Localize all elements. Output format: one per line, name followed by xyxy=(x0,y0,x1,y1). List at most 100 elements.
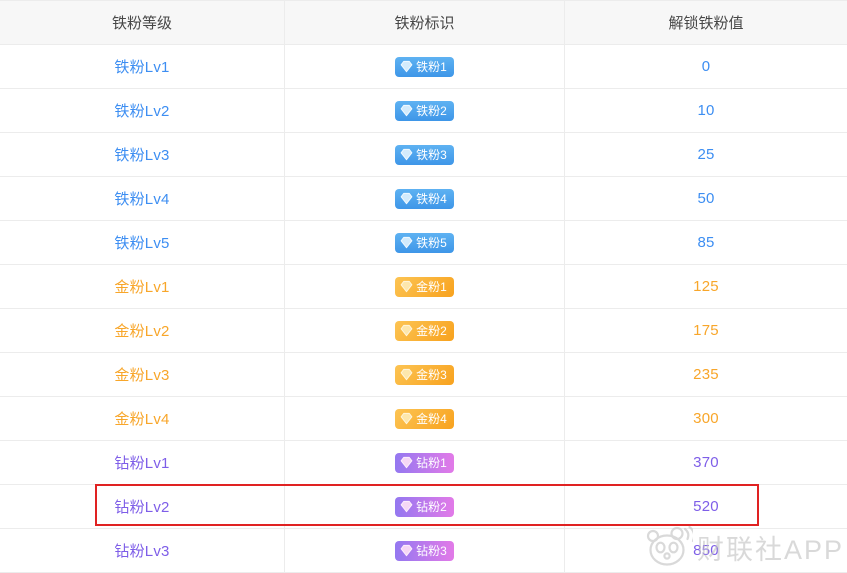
level-label: 金粉Lv4 xyxy=(114,408,169,429)
blue-gem-icon xyxy=(400,104,413,117)
fan-badge: 铁粉2 xyxy=(395,101,454,121)
value-cell: 175 xyxy=(564,309,847,352)
badge-cell: 钻粉3 xyxy=(284,529,564,572)
level-cell: 金粉Lv3 xyxy=(0,353,284,396)
level-cell: 钻粉Lv2 xyxy=(0,485,284,528)
badge-label: 金粉2 xyxy=(416,321,447,341)
badge-cell: 金粉3 xyxy=(284,353,564,396)
level-cell: 铁粉Lv5 xyxy=(0,221,284,264)
value-label: 0 xyxy=(702,58,711,75)
level-label: 金粉Lv2 xyxy=(114,320,169,341)
value-cell: 850 xyxy=(564,529,847,572)
table-row: 钻粉Lv1 钻粉1 370 xyxy=(0,441,847,485)
table-row: 金粉Lv4 金粉4 300 xyxy=(0,397,847,441)
badge-label: 铁粉1 xyxy=(416,57,447,77)
badge-label: 钻粉3 xyxy=(416,541,447,561)
fan-badge: 铁粉1 xyxy=(395,57,454,77)
badge-cell: 金粉1 xyxy=(284,265,564,308)
fan-badge: 金粉3 xyxy=(395,365,454,385)
badge-cell: 钻粉2 xyxy=(284,485,564,528)
badge-label: 铁粉2 xyxy=(416,101,447,121)
badge-label: 铁粉5 xyxy=(416,233,447,253)
value-cell: 25 xyxy=(564,133,847,176)
table-body: 铁粉Lv1 铁粉1 0 铁粉Lv2 铁粉2 10 xyxy=(0,45,847,573)
fan-level-table: 铁粉等级 铁粉标识 解锁铁粉值 铁粉Lv1 铁粉1 0 铁粉Lv2 xyxy=(0,0,847,572)
value-label: 50 xyxy=(697,190,714,207)
column-header-value: 解锁铁粉值 xyxy=(564,1,847,44)
purple-gem-icon xyxy=(400,544,413,557)
table-row: 铁粉Lv3 铁粉3 25 xyxy=(0,133,847,177)
badge-cell: 铁粉4 xyxy=(284,177,564,220)
value-label: 10 xyxy=(697,102,714,119)
value-label: 175 xyxy=(693,322,719,339)
table-row: 铁粉Lv1 铁粉1 0 xyxy=(0,45,847,89)
table-row-highlighted: 钻粉Lv2 钻粉2 520 xyxy=(0,485,847,529)
fan-badge: 铁粉4 xyxy=(395,189,454,209)
purple-gem-icon xyxy=(400,456,413,469)
level-label: 金粉Lv3 xyxy=(114,364,169,385)
level-cell: 金粉Lv1 xyxy=(0,265,284,308)
value-label: 850 xyxy=(693,542,719,559)
level-label: 金粉Lv1 xyxy=(114,276,169,297)
table-row: 钻粉Lv3 钻粉3 850 xyxy=(0,529,847,573)
value-cell: 520 xyxy=(564,485,847,528)
fan-badge: 金粉2 xyxy=(395,321,454,341)
value-label: 125 xyxy=(693,278,719,295)
table-row: 铁粉Lv4 铁粉4 50 xyxy=(0,177,847,221)
gold-gem-icon xyxy=(400,412,413,425)
level-cell: 铁粉Lv3 xyxy=(0,133,284,176)
badge-cell: 铁粉2 xyxy=(284,89,564,132)
table-row: 铁粉Lv2 铁粉2 10 xyxy=(0,89,847,133)
fan-badge: 金粉1 xyxy=(395,277,454,297)
level-label: 铁粉Lv2 xyxy=(114,100,169,121)
column-header-level: 铁粉等级 xyxy=(0,1,284,44)
fan-badge: 金粉4 xyxy=(395,409,454,429)
value-cell: 370 xyxy=(564,441,847,484)
badge-label: 金粉4 xyxy=(416,409,447,429)
fan-badge: 钻粉3 xyxy=(395,541,454,561)
gold-gem-icon xyxy=(400,368,413,381)
badge-label: 钻粉1 xyxy=(416,453,447,473)
gold-gem-icon xyxy=(400,280,413,293)
table-row: 金粉Lv3 金粉3 235 xyxy=(0,353,847,397)
value-cell: 50 xyxy=(564,177,847,220)
level-label: 铁粉Lv5 xyxy=(114,232,169,253)
badge-cell: 钻粉1 xyxy=(284,441,564,484)
column-header-badge: 铁粉标识 xyxy=(284,1,564,44)
value-label: 370 xyxy=(693,454,719,471)
fan-badge: 铁粉3 xyxy=(395,145,454,165)
blue-gem-icon xyxy=(400,192,413,205)
level-cell: 金粉Lv4 xyxy=(0,397,284,440)
value-label: 520 xyxy=(693,498,719,515)
badge-label: 金粉3 xyxy=(416,365,447,385)
value-cell: 85 xyxy=(564,221,847,264)
value-cell: 125 xyxy=(564,265,847,308)
badge-label: 铁粉4 xyxy=(416,189,447,209)
level-label: 钻粉Lv3 xyxy=(114,540,169,561)
gold-gem-icon xyxy=(400,324,413,337)
fan-badge: 钻粉2 xyxy=(395,497,454,517)
level-cell: 金粉Lv2 xyxy=(0,309,284,352)
badge-cell: 铁粉1 xyxy=(284,45,564,88)
level-label: 钻粉Lv2 xyxy=(114,496,169,517)
table-row: 铁粉Lv5 铁粉5 85 xyxy=(0,221,847,265)
value-cell: 235 xyxy=(564,353,847,396)
level-label: 钻粉Lv1 xyxy=(114,452,169,473)
value-cell: 10 xyxy=(564,89,847,132)
badge-cell: 金粉4 xyxy=(284,397,564,440)
level-label: 铁粉Lv4 xyxy=(114,188,169,209)
level-cell: 铁粉Lv2 xyxy=(0,89,284,132)
value-label: 235 xyxy=(693,366,719,383)
table-header: 铁粉等级 铁粉标识 解锁铁粉值 xyxy=(0,0,847,45)
badge-cell: 金粉2 xyxy=(284,309,564,352)
value-label: 300 xyxy=(693,410,719,427)
level-cell: 钻粉Lv3 xyxy=(0,529,284,572)
blue-gem-icon xyxy=(400,60,413,73)
badge-label: 铁粉3 xyxy=(416,145,447,165)
badge-label: 钻粉2 xyxy=(416,497,447,517)
level-cell: 钻粉Lv1 xyxy=(0,441,284,484)
value-label: 25 xyxy=(697,146,714,163)
value-cell: 300 xyxy=(564,397,847,440)
badge-cell: 铁粉5 xyxy=(284,221,564,264)
fan-badge: 铁粉5 xyxy=(395,233,454,253)
